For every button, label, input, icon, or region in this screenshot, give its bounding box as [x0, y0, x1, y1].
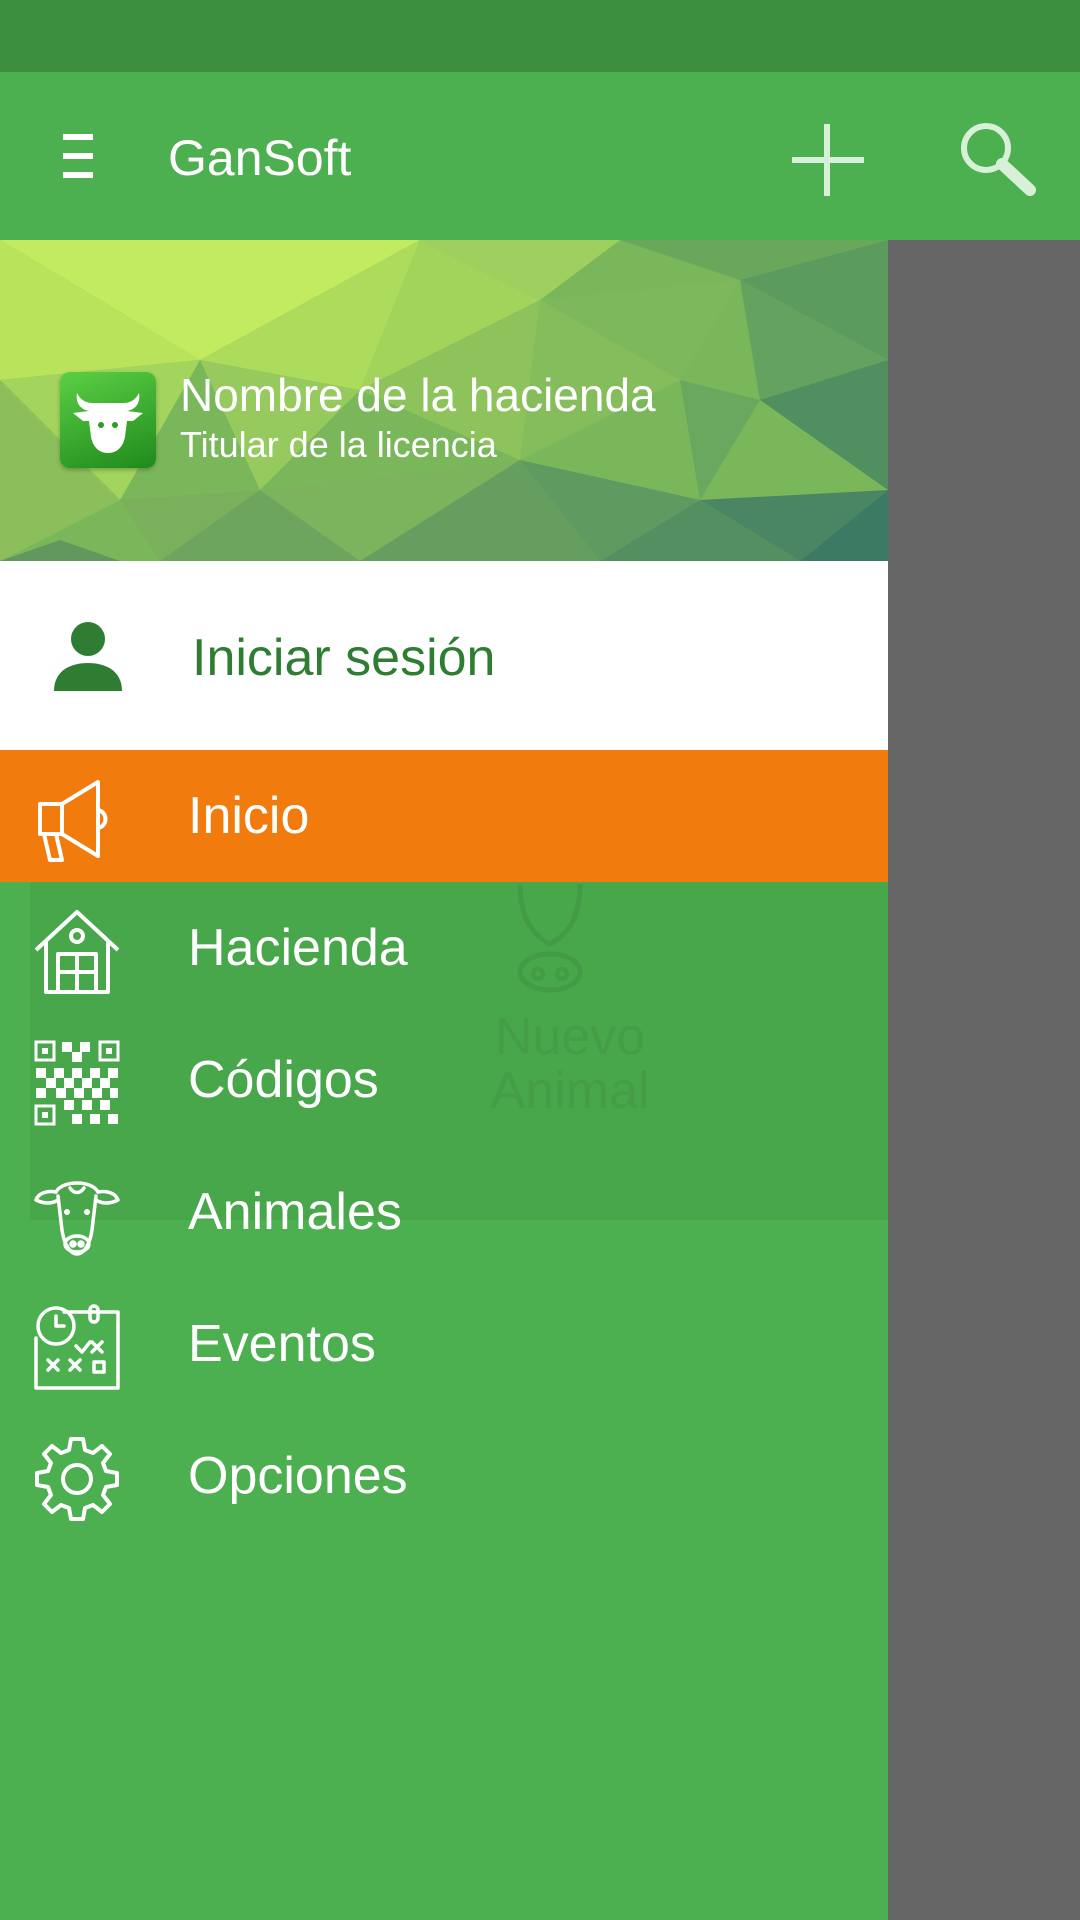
login-button[interactable]: Iniciar sesión	[0, 561, 888, 750]
gear-icon	[35, 1437, 119, 1521]
menu-button[interactable]	[40, 116, 120, 196]
megaphone-icon	[38, 780, 108, 862]
license-holder: Titular de la licencia	[180, 424, 497, 465]
nav-item-opciones[interactable]: Opciones	[0, 1410, 888, 1542]
cow-icon	[34, 1181, 120, 1256]
nav-item-label: Opciones	[188, 1447, 408, 1505]
person-icon	[54, 622, 122, 691]
nav-item-label: Códigos	[188, 1051, 379, 1109]
app-bar: GanSoft	[0, 72, 1080, 240]
hamburger-icon	[63, 134, 93, 178]
navigation-drawer: Nombre de la hacienda Titular de la lice…	[0, 240, 888, 1920]
nav-item-label: Inicio	[188, 787, 310, 845]
nav-item-label: Eventos	[188, 1315, 376, 1373]
farm-logo	[60, 372, 156, 468]
add-button[interactable]	[782, 112, 874, 204]
app-title: GanSoft	[168, 130, 352, 186]
nav-item-label: Animales	[188, 1183, 402, 1241]
bull-head-icon	[73, 393, 143, 453]
nav-item-eventos[interactable]: Eventos	[0, 1278, 888, 1410]
search-button[interactable]	[950, 112, 1042, 204]
calendar-events-icon	[34, 1304, 120, 1390]
nav-item-label: Hacienda	[188, 919, 408, 977]
nav-item-hacienda[interactable]: Hacienda	[0, 882, 888, 1014]
plus-icon	[792, 124, 864, 196]
nav-item-codigos[interactable]: Códigos	[0, 1014, 888, 1146]
search-icon	[961, 123, 1036, 196]
farm-name: Nombre de la hacienda	[180, 369, 656, 421]
barn-icon	[34, 910, 120, 994]
nav-item-animales[interactable]: Animales	[0, 1146, 888, 1278]
drawer-header: Nombre de la hacienda Titular de la lice…	[0, 240, 888, 561]
login-label: Iniciar sesión	[192, 629, 496, 687]
nav-item-inicio[interactable]: Inicio	[0, 750, 888, 882]
qr-code-icon	[34, 1040, 120, 1126]
status-bar	[0, 0, 1080, 72]
drawer-scrim[interactable]	[888, 240, 1080, 1920]
